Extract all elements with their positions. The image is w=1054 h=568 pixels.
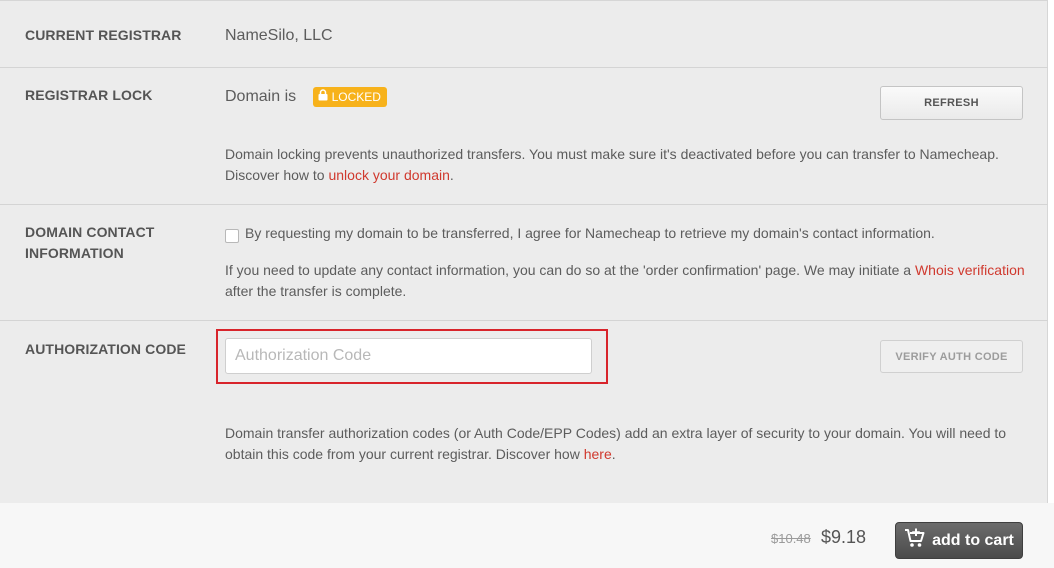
lock-status-text: Domain is — [225, 88, 297, 106]
domain-contact-label: DOMAIN CONTACT INFORMATION — [25, 224, 155, 261]
refresh-button[interactable]: REFRESH — [880, 86, 1023, 120]
locked-badge-text: LOCKED — [331, 90, 381, 104]
current-registrar-value: NameSilo, LLC — [225, 27, 333, 44]
contact-consent-checkbox[interactable] — [225, 229, 239, 243]
original-price: $10.48 — [771, 531, 811, 546]
authorization-code-description: Domain transfer authorization codes (or … — [225, 425, 1007, 462]
domain-contact-row: DOMAIN CONTACT INFORMATION By requesting… — [0, 205, 1048, 321]
whois-verification-link[interactable]: Whois verification — [915, 262, 1025, 278]
auth-code-help-link[interactable]: here — [584, 446, 612, 462]
unlock-domain-link[interactable]: unlock your domain — [328, 167, 449, 183]
domain-contact-description: If you need to update any contact inform… — [225, 262, 1025, 299]
registrar-lock-description: Domain locking prevents unauthorized tra… — [225, 146, 999, 183]
cart-footer: $10.48 $9.18 add to cart — [0, 503, 1054, 568]
lock-status: Domain is LOCKED — [225, 87, 387, 107]
current-registrar-row: CURRENT REGISTRAR NameSilo, LLC — [0, 1, 1048, 68]
sale-price: $9.18 — [821, 527, 867, 547]
transfer-details-panel: CURRENT REGISTRAR NameSilo, LLC REGISTRA… — [0, 0, 1048, 503]
authorization-code-label: AUTHORIZATION CODE — [25, 341, 186, 357]
lock-icon — [318, 89, 328, 105]
add-to-cart-label: add to cart — [932, 531, 1014, 549]
contact-consent-text: By requesting my domain to be transferre… — [245, 225, 935, 241]
add-to-cart-button[interactable]: add to cart — [895, 522, 1023, 559]
cart-plus-icon — [904, 528, 926, 553]
registrar-lock-label: REGISTRAR LOCK — [25, 87, 153, 103]
current-registrar-label: CURRENT REGISTRAR — [25, 27, 182, 43]
verify-auth-code-button[interactable]: VERIFY AUTH CODE — [880, 340, 1023, 373]
registrar-lock-row: REGISTRAR LOCK Domain is LOCKED REFRESH … — [0, 68, 1048, 205]
locked-badge: LOCKED — [312, 87, 387, 107]
authorization-code-input[interactable] — [225, 338, 592, 374]
